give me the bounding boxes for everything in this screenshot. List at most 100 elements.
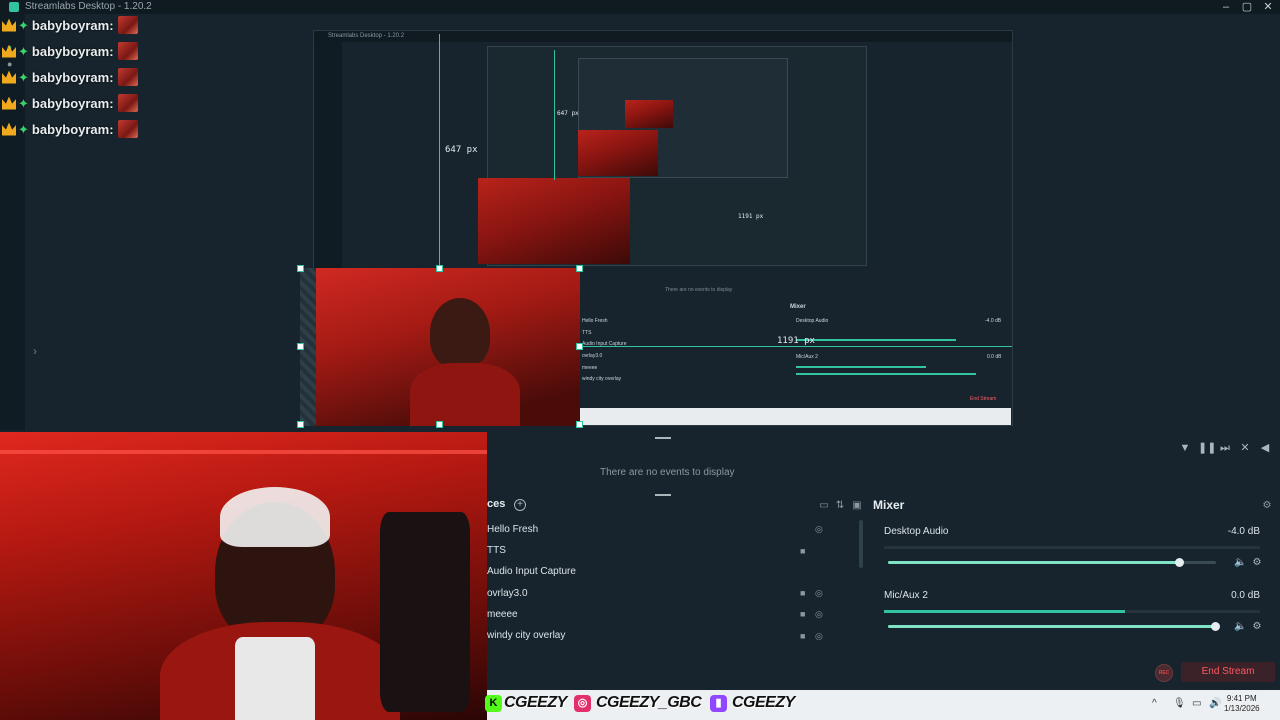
mute-events-icon[interactable]: ✕ [1238, 441, 1252, 455]
white-shirt [235, 637, 315, 720]
network-icon[interactable]: ▭ [1192, 698, 1201, 709]
desktop-audio-volume-slider[interactable] [888, 558, 1216, 567]
headphones [220, 487, 330, 547]
resize-grip[interactable] [655, 437, 671, 439]
microphone-arm [380, 512, 470, 712]
chat-username: babyboyram: [31, 43, 114, 59]
pause-icon[interactable]: ❚❚ [1198, 441, 1216, 455]
gear-icon[interactable]: ⚙ [1251, 621, 1263, 633]
volume-icon[interactable]: 🔊 [1209, 698, 1221, 709]
width-label: 1191 px [777, 336, 815, 346]
streamer-body [410, 363, 520, 426]
crown-badge-icon [2, 70, 16, 84]
microphone-icon[interactable]: 🎙 [1173, 698, 1186, 709]
speaker-icon[interactable]: 🔈 [1234, 621, 1246, 633]
mixer-heading: Mixer [873, 498, 905, 512]
crown-badge-icon [2, 18, 16, 32]
source-sort-icon[interactable]: ⇅ [834, 500, 846, 512]
lock-icon[interactable]: ■ [800, 546, 810, 556]
source-item[interactable]: meeee [487, 609, 518, 620]
speaker-icon[interactable]: 🔈 [1234, 557, 1246, 569]
streamlabs-logo-icon [9, 2, 19, 12]
streamer-head [430, 298, 490, 368]
lock-icon[interactable]: ■ [800, 609, 810, 619]
resize-handle[interactable] [297, 343, 304, 350]
slider-knob[interactable] [1211, 622, 1220, 631]
chat-message: ✦ babyboyram: [2, 12, 147, 38]
nested-mic-slider [796, 373, 976, 375]
chevron-right-icon[interactable]: › [33, 344, 37, 358]
volume-icon[interactable]: ◀ [1258, 441, 1272, 455]
mic-volume-slider[interactable] [888, 622, 1220, 631]
chat-message: ✦ babyboyram: [2, 38, 147, 64]
chat-message: ✦ babyboyram: [2, 90, 147, 116]
height-guide [439, 34, 440, 268]
nested-mic: Mic/Aux 2 [796, 354, 818, 360]
resize-handle[interactable] [436, 265, 443, 272]
nested-end-stream: End Stream [970, 396, 997, 402]
sparkle-badge-icon: ✦ [18, 69, 29, 85]
visibility-off-icon[interactable]: ◎ [815, 524, 825, 534]
skip-icon[interactable]: ⏭ [1218, 441, 1232, 455]
slider-knob[interactable] [1174, 558, 1184, 567]
end-stream-button[interactable]: End Stream [1181, 662, 1275, 682]
resize-handle[interactable] [436, 421, 443, 428]
inner-width-label: 1191 px [738, 213, 764, 220]
lock-icon[interactable]: ■ [800, 588, 810, 598]
title-bar: Streamlabs Desktop - 1.20.2 – ▢ ✕ [0, 0, 1280, 14]
nested-title: Streamlabs Desktop - 1.20.2 [314, 31, 1012, 42]
emote-icon [117, 42, 138, 60]
nested-desktop-slider [796, 339, 956, 341]
chat-message: ✦ babyboyram: [2, 116, 147, 142]
width-guide [580, 346, 1012, 347]
source-item[interactable]: windy city overlay [487, 630, 565, 641]
gear-icon[interactable]: ⚙ [1251, 557, 1263, 569]
source-item[interactable]: ovrlay3.0 [487, 588, 528, 599]
record-button[interactable]: REC [1155, 664, 1173, 682]
source-item[interactable]: TTS [487, 545, 506, 556]
filter-icon[interactable]: ▼ [1178, 441, 1192, 455]
lock-icon[interactable]: ■ [800, 631, 810, 641]
resize-handle[interactable] [297, 421, 304, 428]
nested-mic-db: 0.0 dB [987, 354, 1002, 360]
events-empty-text: There are no events to display [600, 467, 735, 478]
webcam-overlay [0, 432, 487, 720]
nested-source: meeee [582, 365, 598, 371]
instagram-icon: ◎ [574, 695, 591, 712]
slider-fill [888, 561, 1180, 564]
visibility-off-icon[interactable]: ◎ [815, 609, 825, 619]
source-item[interactable]: Audio Input Capture [487, 566, 576, 577]
crown-badge-icon [2, 44, 16, 58]
tray-chevron-icon[interactable]: ^ [1152, 698, 1157, 709]
inner-height-guide [554, 50, 555, 180]
source-item[interactable]: Hello Fresh [487, 524, 538, 535]
mic-meter [884, 610, 1260, 613]
maximize-icon[interactable]: ▢ [1237, 0, 1257, 14]
visibility-off-icon[interactable]: ◎ [815, 588, 825, 598]
system-clock[interactable]: 9:41 PM 1/13/2026 [1224, 694, 1260, 714]
desktop-audio-meter [884, 546, 1260, 549]
sources-heading: ces [487, 498, 506, 510]
mixer-channel-name: Mic/Aux 2 [884, 590, 928, 601]
minimize-icon[interactable]: – [1216, 0, 1236, 14]
sources-scrollbar[interactable] [859, 520, 863, 568]
folder-icon[interactable]: ▣ [851, 500, 863, 512]
visibility-off-icon[interactable]: ◎ [815, 631, 825, 641]
nested-mic-meter [796, 366, 926, 368]
webcam-source-preview[interactable] [300, 268, 580, 426]
close-icon[interactable]: ✕ [1258, 0, 1278, 14]
resize-grip[interactable] [655, 494, 671, 496]
add-folder-icon[interactable]: ▭ [818, 500, 830, 512]
mixer-channel-db: 0.0 dB [1231, 590, 1260, 601]
resize-handle[interactable] [576, 343, 583, 350]
clock-date: 1/13/2026 [1224, 704, 1260, 713]
nested-source: Hello Fresh [582, 318, 608, 324]
resize-handle[interactable] [576, 421, 583, 428]
nested-webcam-small [578, 130, 658, 176]
mixer-channel-db: -4.0 dB [1227, 526, 1260, 537]
gear-icon[interactable]: ⚙ [1261, 500, 1273, 512]
nested-no-events: There are no events to display [665, 287, 733, 293]
resize-handle[interactable] [576, 265, 583, 272]
resize-handle[interactable] [297, 265, 304, 272]
add-source-icon[interactable]: + [514, 499, 526, 511]
